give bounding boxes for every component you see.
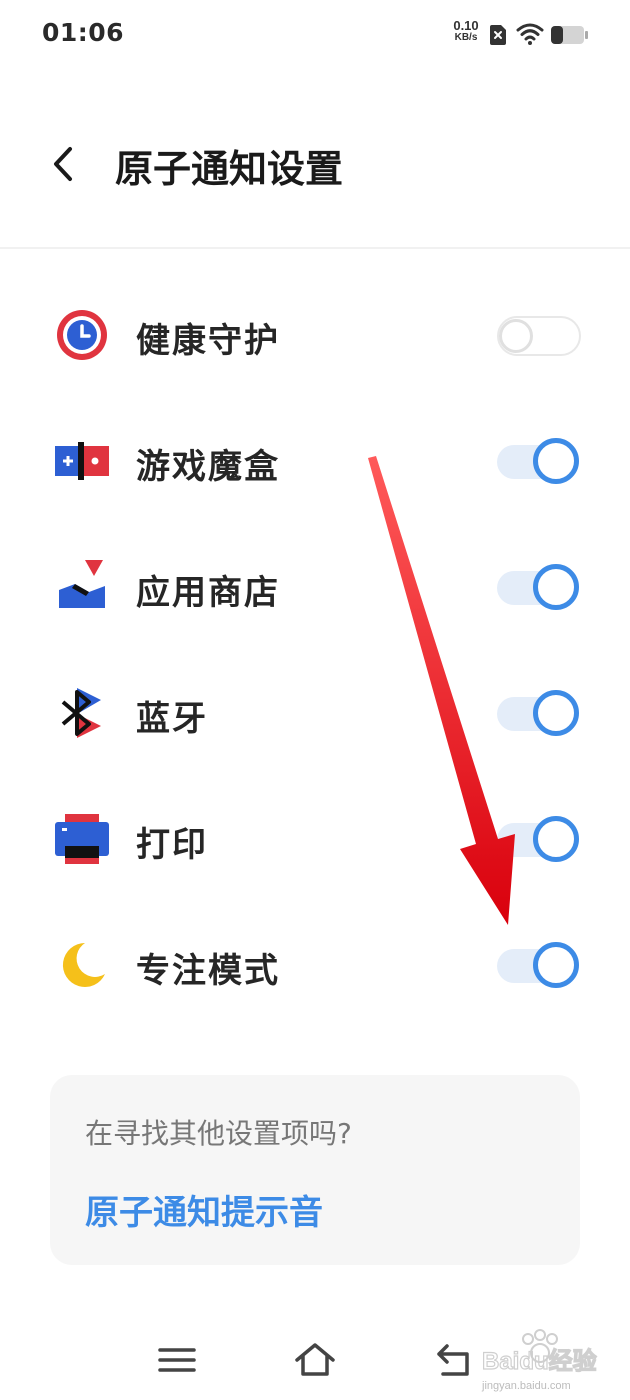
network-speed-value: 0.10 (453, 18, 479, 33)
menu-icon[interactable] (155, 1338, 199, 1382)
setting-label: 游戏魔盒 (136, 447, 280, 487)
network-speed-unit: KB/s (454, 32, 478, 43)
toggle-knob (533, 816, 579, 862)
toggle-knob (533, 942, 579, 988)
toggle-knob (533, 438, 579, 484)
watermark-url: jingyan.baidu.com (482, 1380, 571, 1392)
focus-mode-moon-icon (62, 942, 105, 987)
svg-text:Baidu经验: Baidu经验 (482, 1347, 597, 1375)
printer-toggle[interactable] (495, 816, 581, 862)
setting-label: 健康守护 (136, 321, 280, 361)
toggle-knob (533, 564, 579, 610)
wifi-icon (516, 23, 544, 45)
bluetooth-icon (61, 688, 101, 738)
game-box-toggle[interactable] (495, 438, 581, 484)
setting-row-focus-mode: 专注模式 (0, 905, 630, 1025)
health-guard-icon (57, 310, 107, 360)
setting-label: 蓝牙 (136, 699, 208, 739)
chevron-left-icon[interactable] (44, 144, 84, 184)
setting-row-health-guard: 健康守护 (0, 275, 630, 395)
page-title: 原子通知设置 (115, 147, 344, 191)
setting-label: 打印 (136, 825, 208, 865)
other-settings-card: 在寻找其他设置项吗? 原子通知提示音 (50, 1075, 580, 1265)
setting-row-app-store: 应用商店 (0, 527, 630, 647)
app-store-icon (59, 560, 105, 608)
bluetooth-toggle[interactable] (495, 690, 581, 736)
status-bar: 01:06 0.10 KB/s (0, 0, 630, 70)
status-time: 01:06 (42, 18, 125, 47)
card-question: 在寻找其他设置项吗? (85, 1117, 352, 1150)
health-guard-toggle[interactable] (495, 314, 581, 358)
header: 原子通知设置 (0, 110, 630, 220)
battery-icon (551, 26, 588, 44)
focus-mode-toggle[interactable] (495, 942, 581, 988)
app-store-toggle[interactable] (495, 564, 581, 610)
toggle-knob (533, 690, 579, 736)
setting-row-printer: 打印 (0, 779, 630, 899)
printer-icon (55, 814, 109, 864)
game-box-icon (55, 442, 109, 480)
home-icon[interactable] (293, 1338, 337, 1382)
sim-off-icon (490, 25, 506, 45)
header-divider (0, 247, 630, 249)
setting-label: 专注模式 (136, 951, 280, 991)
setting-row-bluetooth: 蓝牙 (0, 653, 630, 773)
notification-sound-link[interactable]: 原子通知提示音 (85, 1185, 323, 1234)
setting-row-game-box: 游戏魔盒 (0, 401, 630, 521)
network-speed: 0.10 KB/s (448, 18, 484, 44)
setting-label: 应用商店 (136, 573, 280, 613)
toggle-knob (499, 319, 533, 353)
